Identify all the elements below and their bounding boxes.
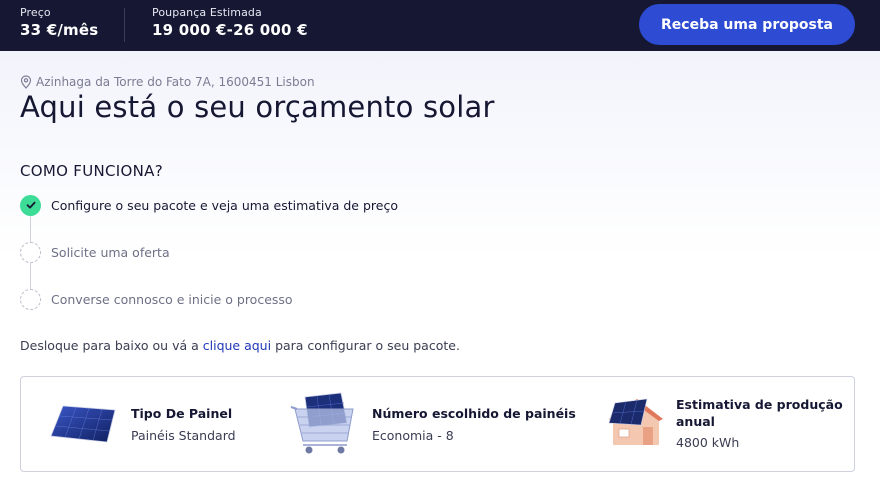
production-value: 4800 kWh [676,435,740,450]
house-icon [608,398,663,445]
price-label: Preço [20,6,51,19]
scroll-hint: Desloque para baixo ou vá a clique aqui … [20,338,460,353]
address-text: Azinhaga da Torre do Fato 7A, 1600451 Li… [36,75,315,89]
panel-count-value: Economia - 8 [372,428,454,443]
price-value: 33 €/mês [20,21,99,39]
solar-panel-icon [50,405,116,443]
top-bar: Preço 33 €/mês Poupança Estimada 19 000 … [0,0,880,51]
address: Azinhaga da Torre do Fato 7A, 1600451 Li… [20,75,315,89]
production-title: Estimativa de produção anual [676,396,843,430]
production-title-line2: anual [676,414,715,429]
how-it-works-heading: COMO FUNCIONA? [20,162,163,180]
panel-count-title: Número escolhido de painéis [372,406,576,421]
location-pin-icon [20,75,32,89]
panel-type-value: Painéis Standard [131,428,236,443]
shopping-cart-icon [290,392,354,454]
step-label: Configure o seu pacote e veja uma estima… [51,197,398,213]
pending-step-icon [20,288,41,310]
production-title-line1: Estimativa de produção [676,397,843,412]
step-item-talk-to-us: Converse connosco e inicie o processo [20,288,293,310]
pending-step-icon [20,241,41,263]
savings-label: Poupança Estimada [152,6,262,19]
topbar-divider [124,8,125,42]
savings-value: 19 000 €-26 000 € [152,21,308,39]
get-proposal-button[interactable]: Receba uma proposta [639,4,855,45]
price-stat: Preço 33 €/mês [20,6,98,39]
step-item-request-offer: Solicite uma oferta [20,241,170,263]
page-title: Aqui está o seu orçamento solar [20,90,495,124]
scroll-hint-before: Desloque para baixo ou vá a [20,338,203,353]
savings-stat: Poupança Estimada 19 000 €-26 000 € [152,6,308,39]
click-here-link[interactable]: clique aqui [203,338,271,353]
step-item-configure: Configure o seu pacote e veja uma estima… [20,194,398,216]
steps-list: Configure o seu pacote e veja uma estima… [20,194,520,314]
panel-type-title: Tipo De Painel [131,406,233,421]
step-label: Solicite uma oferta [51,244,170,260]
scroll-hint-after: para configurar o seu pacote. [271,338,460,353]
check-icon [20,194,41,216]
package-summary-card: Tipo De Painel Painéis Standard Número e… [20,376,855,472]
step-label: Converse connosco e inicie o processo [51,291,293,307]
